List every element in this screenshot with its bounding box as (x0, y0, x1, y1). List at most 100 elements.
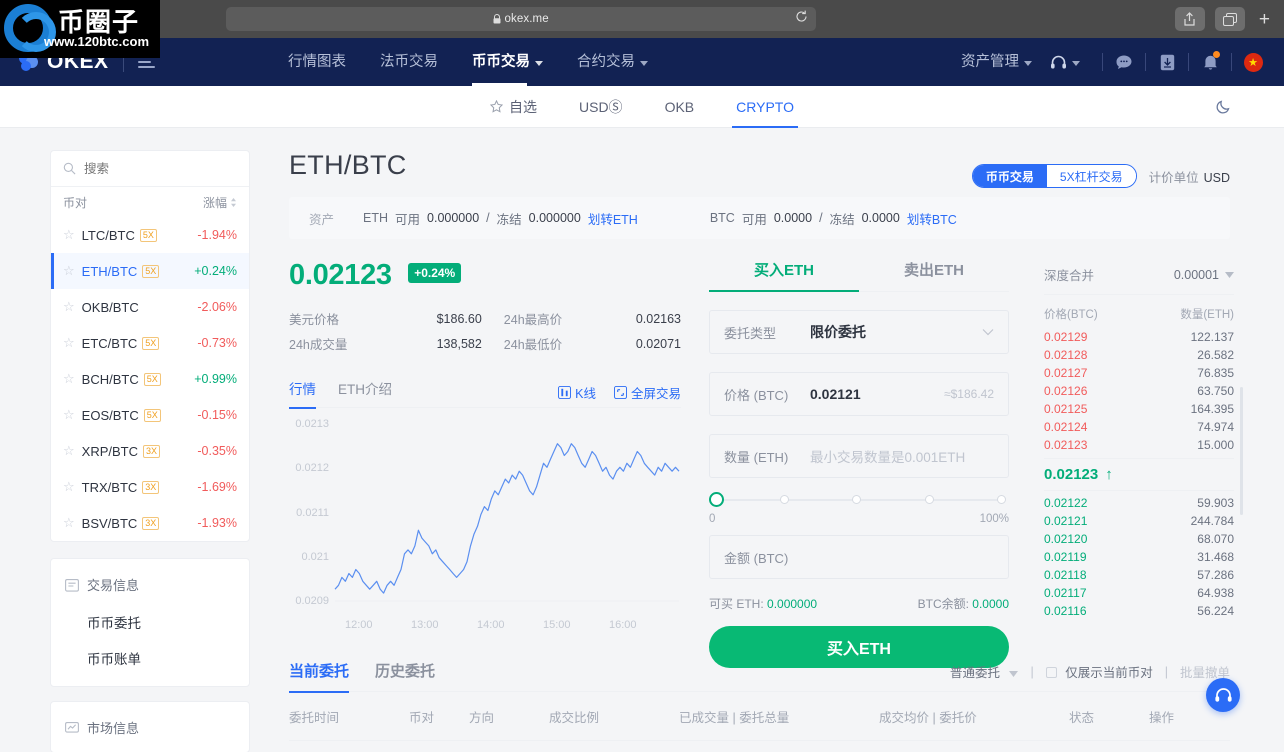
reload-icon[interactable] (795, 10, 808, 28)
market-list-item[interactable]: ☆LTC/BTC5X-1.94% (51, 217, 249, 253)
favorite-star-icon[interactable]: ☆ (63, 335, 75, 351)
nav-item-spot[interactable]: 币币交易 (472, 38, 543, 86)
amount-field[interactable]: 数量 (ETH) 最小交易数量是0.001ETH (709, 434, 1009, 478)
share-icon[interactable] (1175, 7, 1205, 31)
bell-icon[interactable] (1193, 47, 1227, 77)
favorite-star-icon[interactable]: ☆ (63, 515, 75, 531)
bid-row[interactable]: 0.0211764.938 (1044, 584, 1234, 602)
favorite-star-icon[interactable]: ☆ (63, 479, 75, 495)
dark-mode-toggle[interactable] (1215, 98, 1232, 120)
favorite-star-icon[interactable]: ☆ (63, 443, 75, 459)
depth-select[interactable]: 0.00001 (1174, 268, 1234, 282)
stat-vol-value: 138,582 (389, 331, 504, 356)
market-list-item[interactable]: ☆ETC/BTC5X-0.73% (51, 325, 249, 361)
chart-tab-market[interactable]: 行情 (289, 378, 316, 408)
transfer-eth-link[interactable]: 划转ETH (588, 209, 638, 228)
ask-row[interactable]: 0.02125164.395 (1044, 400, 1234, 418)
order-amount: 63.750 (1197, 384, 1234, 398)
nav-item-fiat[interactable]: 法币交易 (380, 38, 438, 86)
favorite-star-icon[interactable]: ☆ (63, 227, 75, 243)
sidebar-item-spot-bills[interactable]: 币币账单 (51, 640, 249, 676)
search-input[interactable] (84, 162, 214, 176)
market-pair-label: ETC/BTC (82, 336, 138, 351)
favorite-star-icon[interactable]: ☆ (63, 263, 75, 279)
chart-tab-intro[interactable]: ETH介绍 (338, 378, 392, 408)
bid-row[interactable]: 0.02121244.784 (1044, 512, 1234, 530)
order-book-scrollbar[interactable] (1240, 387, 1243, 515)
ask-row[interactable]: 0.0212474.974 (1044, 418, 1234, 436)
order-price: 0.02121 (1044, 514, 1134, 528)
nav-item-futures[interactable]: 合约交易 (577, 38, 648, 86)
market-sidebar: 币对 涨幅 ☆LTC/BTC5X-1.94%☆ETH/BTC5X+0.24%☆O… (50, 150, 250, 752)
total-field[interactable]: 金额 (BTC) (709, 535, 1009, 579)
tab-open-orders[interactable]: 当前委托 (289, 652, 349, 692)
chart-x-tick: 14:00 (477, 619, 505, 631)
mode-margin[interactable]: 5X杠杆交易 (1047, 165, 1136, 187)
tab-okb[interactable]: OKB (665, 86, 695, 128)
tabs-icon[interactable] (1215, 7, 1245, 31)
transfer-btc-link[interactable]: 划转BTC (907, 209, 957, 228)
chart-monitor-icon (65, 721, 79, 735)
ask-row[interactable]: 0.0212826.582 (1044, 346, 1234, 364)
tab-usd[interactable]: USDⓈ (579, 86, 623, 128)
ask-row[interactable]: 0.0212663.750 (1044, 382, 1234, 400)
slider-tick-100[interactable] (997, 495, 1006, 504)
market-list-item[interactable]: ☆BCH/BTC5X+0.99% (51, 361, 249, 397)
bid-row[interactable]: 0.0212259.903 (1044, 494, 1234, 512)
support-menu[interactable] (1050, 38, 1080, 86)
download-icon[interactable] (1150, 47, 1184, 77)
chat-icon[interactable] (1107, 47, 1141, 77)
col-change[interactable]: 涨幅 (203, 194, 237, 211)
tab-favorites[interactable]: 自选 (490, 86, 537, 128)
price-input[interactable]: 0.02121 (810, 386, 861, 402)
price-chart[interactable]: 0.02130.02120.02110.0210.0209 12:0013:00… (289, 416, 681, 631)
order-price: 0.02117 (1044, 586, 1134, 600)
favorite-star-icon[interactable]: ☆ (63, 407, 75, 423)
amount-slider[interactable] (709, 494, 1009, 506)
bid-row[interactable]: 0.0212068.070 (1044, 530, 1234, 548)
order-type-field[interactable]: 委托类型 限价委托 (709, 310, 1009, 354)
support-fab-button[interactable] (1206, 678, 1240, 712)
bid-row[interactable]: 0.0211857.286 (1044, 566, 1234, 584)
address-bar[interactable]: okex.me (226, 7, 816, 31)
language-flag-button[interactable]: ★ (1236, 47, 1270, 77)
order-type-filter[interactable]: 普通委托 (950, 662, 1019, 681)
ask-row[interactable]: 0.0212315.000 (1044, 436, 1234, 454)
market-list-item[interactable]: ☆TRX/BTC3X-1.69% (51, 469, 249, 505)
ask-row[interactable]: 0.0212776.835 (1044, 364, 1234, 382)
ask-row[interactable]: 0.02129122.137 (1044, 328, 1234, 346)
sidebar-item-spot-orders[interactable]: 币币委托 (51, 604, 249, 640)
mode-spot[interactable]: 币币交易 (973, 165, 1047, 187)
tab-order-history[interactable]: 历史委托 (375, 652, 435, 692)
order-amount: 164.395 (1191, 402, 1234, 416)
slider-tick-25[interactable] (780, 495, 789, 504)
bid-row[interactable]: 0.0211931.468 (1044, 548, 1234, 566)
market-list-item[interactable]: ☆XRP/BTC3X-0.35% (51, 433, 249, 469)
slider-tick-75[interactable] (925, 495, 934, 504)
only-current-pair-checkbox[interactable]: 仅展示当前币对 (1046, 662, 1153, 681)
favorite-star-icon[interactable]: ☆ (63, 371, 75, 387)
tab-sell[interactable]: 卖出ETH (859, 259, 1009, 291)
tab-buy[interactable]: 买入ETH (709, 259, 859, 291)
filter-divider: | (1030, 665, 1033, 679)
favorite-star-icon[interactable]: ☆ (63, 299, 75, 315)
slider-handle[interactable] (709, 492, 724, 507)
price-field[interactable]: 价格 (BTC) 0.02121 ≈$186.42 (709, 372, 1009, 416)
market-list-item[interactable]: ☆BSV/BTC3X-1.93% (51, 505, 249, 541)
market-list-item[interactable]: ☆OKB/BTC-2.06% (51, 289, 249, 325)
new-tab-button[interactable]: + (1255, 10, 1274, 29)
fullscreen-button[interactable]: 全屏交易 (614, 383, 681, 402)
trade-mode-toggle[interactable]: 币币交易 5X杠杆交易 (972, 164, 1137, 188)
amount-input-placeholder[interactable]: 最小交易数量是0.001ETH (810, 446, 965, 466)
market-info-title[interactable]: 市场信息 (51, 708, 249, 747)
nav-item-assets[interactable]: 资产管理 (961, 38, 1032, 86)
slider-tick-50[interactable] (852, 495, 861, 504)
kline-button[interactable]: K线 (558, 383, 596, 402)
nav-item-market[interactable]: 行情图表 (288, 38, 346, 86)
tab-crypto[interactable]: CRYPTO (736, 86, 794, 128)
stat-high-label: 24h最高价 (504, 306, 604, 331)
bid-row[interactable]: 0.0211656.224 (1044, 602, 1234, 620)
market-list-item[interactable]: ☆ETH/BTC5X+0.24% (51, 253, 249, 289)
market-list-item[interactable]: ☆EOS/BTC5X-0.15% (51, 397, 249, 433)
quote-unit[interactable]: 计价单位USD (1149, 167, 1230, 186)
